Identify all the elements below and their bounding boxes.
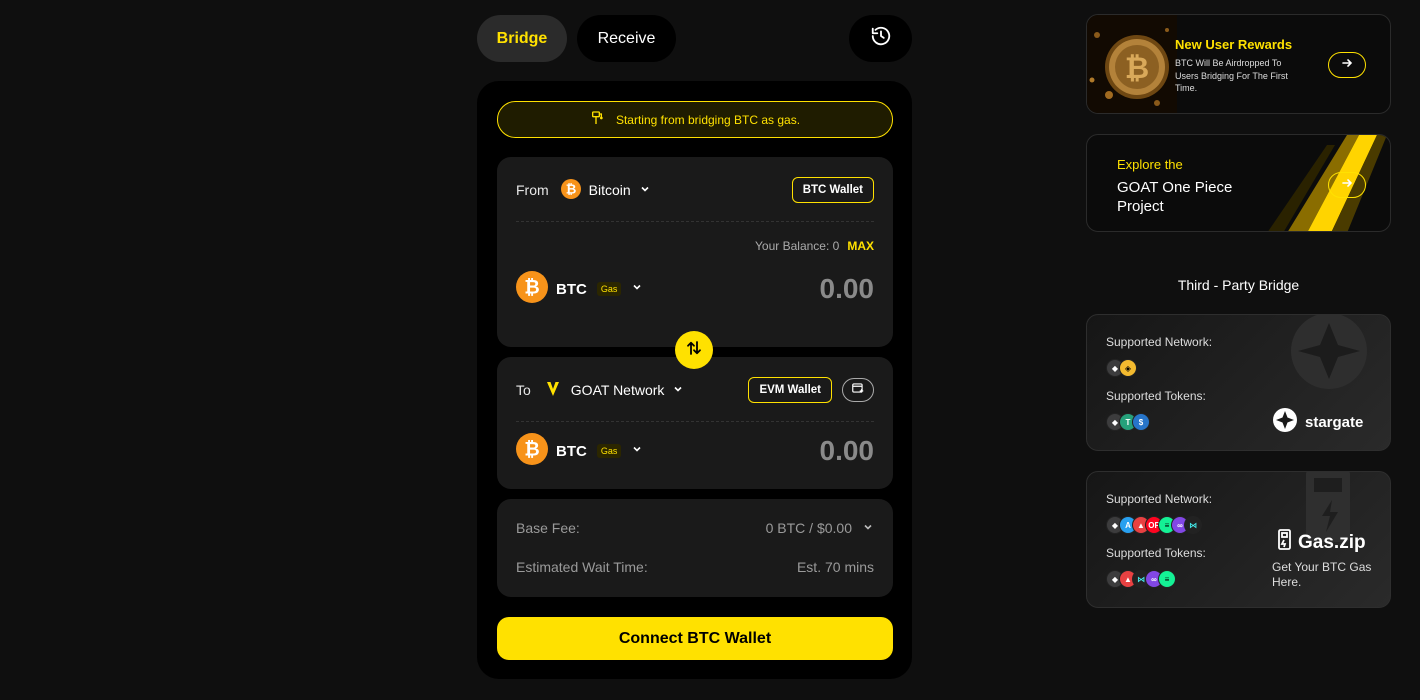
tab-receive[interactable]: Receive: [577, 15, 676, 62]
svg-text:₿: ₿: [524, 439, 539, 460]
network-label: Supported Network:: [1106, 492, 1213, 506]
to-panel: To GOAT Network EVM Wallet ₿ BTC Gas 0.0…: [497, 357, 893, 489]
arrow-right-icon: [1341, 176, 1353, 194]
from-token-name[interactable]: BTC: [556, 281, 587, 298]
gas-notice-banner: Starting from bridging BTC as gas.: [497, 101, 893, 138]
bitcoin-coins-image: ₿: [1087, 15, 1177, 113]
gas-notice-text: Starting from bridging BTC as gas.: [615, 112, 801, 127]
gaszip-description: Get Your BTC Gas Here.: [1272, 560, 1372, 589]
chevron-down-icon[interactable]: [631, 442, 643, 460]
network-label: Supported Network:: [1106, 335, 1213, 349]
bridge-tabs: Bridge Receive: [477, 15, 676, 62]
tokens-label: Supported Tokens:: [1106, 546, 1206, 560]
bitcoin-token-icon: ₿: [516, 270, 548, 308]
gaszip-bridge-card[interactable]: Supported Network: ◆ A ▲ OP ≡ ∞ ⋈ Suppor…: [1086, 471, 1391, 608]
svg-text:₿: ₿: [565, 181, 576, 196]
from-panel: From ₿ Bitcoin BTC Wallet Your Balance: …: [497, 157, 893, 347]
svg-text:₿: ₿: [1125, 52, 1149, 85]
chevron-down-icon[interactable]: [631, 280, 643, 298]
gas-pump-icon: [1277, 529, 1293, 556]
from-amount-input[interactable]: 0.00: [820, 273, 875, 305]
to-token-row: ₿ BTC Gas 0.00: [516, 432, 875, 470]
evm-wallet-button[interactable]: EVM Wallet: [748, 377, 832, 403]
from-header: From ₿ Bitcoin BTC Wallet: [516, 177, 874, 203]
wait-time-value: Est. 70 mins: [796, 559, 874, 575]
btc-wallet-button[interactable]: BTC Wallet: [791, 177, 874, 203]
to-token-name[interactable]: BTC: [556, 443, 587, 460]
chevron-down-icon: [862, 520, 874, 536]
to-header: To GOAT Network EVM Wallet: [516, 377, 874, 403]
stargate-bridge-card[interactable]: Supported Network: ◆ ◈ Supported Tokens:…: [1086, 314, 1391, 451]
goat-one-piece-banner[interactable]: Explore the GOAT One Piece Project: [1086, 134, 1391, 232]
fees-panel: Base Fee: 0 BTC / $0.00 Estimated Wait T…: [497, 499, 893, 597]
bridge-card: Starting from bridging BTC as gas. From …: [477, 81, 912, 679]
base-fee-value: 0 BTC / $0.00: [765, 520, 852, 536]
base-fee-label: Base Fee:: [516, 520, 580, 536]
connect-btc-wallet-button[interactable]: Connect BTC Wallet: [497, 617, 893, 660]
max-button[interactable]: MAX: [847, 239, 874, 253]
to-network-name: GOAT Network: [570, 382, 665, 398]
swap-arrows-icon: [685, 339, 703, 362]
from-network-name: Bitcoin: [588, 182, 631, 198]
gas-tag: Gas: [596, 282, 622, 296]
arrow-right-icon: [1341, 56, 1353, 74]
stargate-watermark-icon: [1282, 315, 1377, 396]
goat-network-icon: [543, 379, 563, 402]
tokens-label: Supported Tokens:: [1106, 389, 1206, 403]
balance-row: Your Balance: 0 MAX: [755, 239, 874, 253]
wait-time-label: Estimated Wait Time:: [516, 559, 648, 575]
gas-tag: Gas: [596, 444, 622, 458]
stargate-logo: stargate: [1272, 407, 1363, 438]
from-token-row: ₿ BTC Gas 0.00: [516, 270, 875, 308]
promo-description: BTC Will Be Airdropped To Users Bridging…: [1175, 58, 1288, 93]
wallet-add-icon: [851, 381, 865, 400]
chevron-down-icon: [672, 382, 684, 398]
bitcoin-token-icon: ₿: [516, 432, 548, 470]
promo-arrow-button[interactable]: [1328, 172, 1366, 198]
network-icons: ◆ ◈: [1106, 359, 1137, 377]
gaszip-logo: Gas.zip: [1277, 529, 1366, 556]
to-amount-output: 0.00: [819, 435, 875, 466]
usdc-icon: $: [1132, 413, 1150, 431]
bitcoin-icon: ₿: [560, 178, 581, 202]
gas-pump-icon: [590, 110, 606, 129]
wait-time-row: Estimated Wait Time: Est. 70 mins: [516, 559, 874, 575]
divider: [516, 221, 874, 222]
svg-text:₿: ₿: [524, 277, 539, 298]
promo-kicker: Explore the: [1117, 157, 1183, 172]
history-button[interactable]: [849, 15, 912, 62]
chevron-down-icon: [639, 182, 651, 198]
history-icon: [870, 25, 892, 52]
tab-bridge[interactable]: Bridge: [477, 15, 567, 62]
promo-title: GOAT One Piece Project: [1117, 179, 1233, 215]
network-icons: ◆ A ▲ OP ≡ ∞ ⋈: [1106, 516, 1202, 534]
from-network-select[interactable]: ₿ Bitcoin: [560, 178, 651, 202]
balance-text: Your Balance: 0: [755, 239, 840, 253]
from-label: From: [516, 182, 549, 198]
bnb-icon: ◈: [1119, 359, 1137, 377]
to-label: To: [516, 382, 531, 398]
add-address-button[interactable]: [842, 378, 874, 402]
gaszip-brand: Gas.zip: [1298, 531, 1366, 553]
swap-direction-button[interactable]: [675, 331, 713, 369]
promo-arrow-button[interactable]: [1328, 52, 1366, 78]
base-fee-toggle[interactable]: 0 BTC / $0.00: [766, 520, 874, 536]
stargate-brand: stargate: [1305, 414, 1364, 431]
third-party-bridge-heading: Third - Party Bridge: [1177, 277, 1300, 293]
stargate-icon: [1272, 407, 1298, 438]
linea-icon: ⋈: [1184, 516, 1202, 534]
token-icons: ◆ ▲ ⋈ ∞ ≡: [1106, 570, 1176, 588]
solana-icon: ≡: [1158, 570, 1176, 588]
new-user-rewards-banner[interactable]: ₿ New User Rewards BTC Will Be Airdroppe…: [1086, 14, 1391, 114]
to-network-select[interactable]: GOAT Network: [543, 379, 685, 402]
promo-title: New User Rewards: [1175, 37, 1293, 52]
base-fee-row: Base Fee: 0 BTC / $0.00: [516, 520, 874, 536]
token-icons: ◆ T $: [1106, 413, 1150, 431]
divider: [516, 421, 874, 422]
